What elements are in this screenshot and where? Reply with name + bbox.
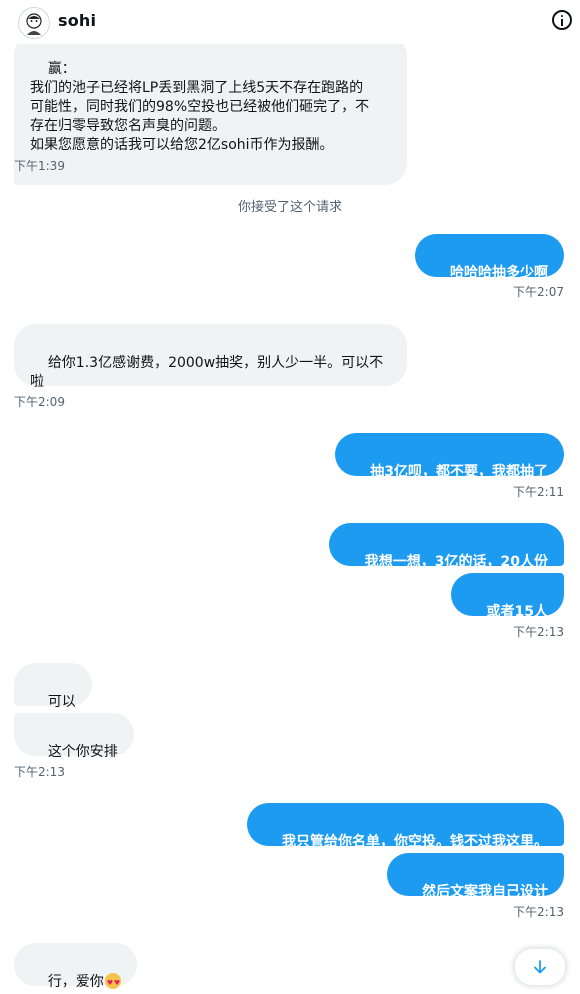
arrow-down-icon	[534, 960, 546, 974]
message-outgoing[interactable]: 然后文案我自己设计	[386, 853, 564, 900]
message-text: 我想一想，3亿的话，20人份	[364, 554, 548, 570]
message-timestamp: 下午2:07	[513, 285, 564, 299]
message-incoming[interactable]: 这个你安排	[14, 713, 134, 760]
contact-name[interactable]: sohi	[58, 11, 96, 30]
info-icon[interactable]	[552, 10, 572, 30]
dm-conversation: sohi 赢： 我们的池子已经将LP丢到黑洞了上线5天不存在跑路的 可能性，同时…	[0, 0, 580, 994]
conversation-header: sohi	[0, 0, 580, 44]
message-text: 赢： 我们的池子已经将LP丢到黑洞了上线5天不存在跑路的 可能性，同时我们的98…	[30, 61, 370, 153]
heart-eyes-emoji	[104, 973, 121, 993]
message-timestamp: 下午2:13	[14, 765, 65, 779]
system-notice: 你接受了这个请求	[237, 200, 342, 215]
message-outgoing[interactable]: 我只管给你名单，你空投。钱不过我这里。	[246, 803, 564, 850]
message-text: 给你1.3亿感谢费，2000w抽奖，别人少一半。可以不 啦	[30, 355, 384, 390]
message-incoming[interactable]: 行，爱你	[14, 943, 137, 993]
message-text: 或者15人	[486, 604, 548, 620]
message-incoming[interactable]: 可以	[14, 663, 92, 710]
message-text: 我只管给你名单，你空投。钱不过我这里。	[282, 834, 548, 850]
scroll-to-bottom-button[interactable]	[514, 948, 566, 986]
message-incoming[interactable]: 赢： 我们的池子已经将LP丢到黑洞了上线5天不存在跑路的 可能性，同时我们的98…	[14, 34, 407, 185]
message-outgoing[interactable]: 我想一想，3亿的话，20人份	[329, 523, 564, 570]
message-text: 可以	[47, 694, 76, 710]
message-text: 行，爱你	[47, 974, 104, 990]
message-text: 然后文案我自己设计	[422, 884, 548, 900]
message-timestamp: 下午2:09	[14, 395, 65, 409]
message-timestamp: 下午1:39	[14, 159, 65, 173]
message-text: 这个你安排	[47, 744, 118, 760]
message-text: 哈哈哈抽多少啊	[450, 265, 548, 281]
message-outgoing[interactable]: 或者15人	[451, 573, 564, 620]
avatar[interactable]	[18, 7, 50, 39]
message-timestamp: 下午2:13	[513, 625, 564, 639]
message-timestamp: 下午2:11	[513, 485, 564, 499]
message-outgoing[interactable]: 哈哈哈抽多少啊	[414, 234, 564, 281]
message-text: 抽3亿呗，都不要，我都抽了	[370, 464, 548, 480]
message-outgoing[interactable]: 抽3亿呗，都不要，我都抽了	[334, 433, 564, 480]
message-timestamp: 下午2:13	[513, 905, 564, 919]
message-incoming[interactable]: 给你1.3亿感谢费，2000w抽奖，别人少一半。可以不 啦	[14, 324, 407, 390]
